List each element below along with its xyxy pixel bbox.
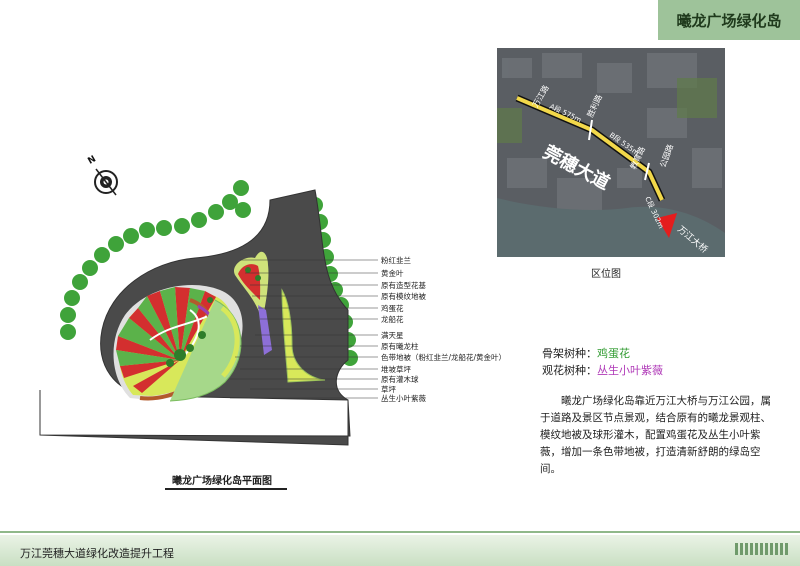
legend-xilong-zhu: 原有曦龙柱: [381, 342, 419, 351]
footer-project-name: 万江莞穗大道绿化改造提升工程: [20, 547, 174, 560]
skeleton-species-label: 骨架树种：: [542, 347, 597, 360]
footer-divider: [0, 531, 800, 533]
legend-mowen-dibei: 原有模纹地被: [381, 292, 426, 301]
page-title: 曦龙广场绿化岛: [658, 0, 800, 40]
legend-leaders: [230, 259, 378, 399]
plan-caption-underline: [165, 488, 287, 490]
legend-fenhong-jiulan: 粉红韭兰: [381, 256, 411, 265]
legend-sedai-dibei: 色带地被（粉红韭兰/龙船花/黄金叶）: [381, 353, 507, 362]
legend-huangjinye: 黄金叶: [381, 269, 404, 278]
legend-longchuanhua: 龙船花: [381, 315, 404, 324]
footer-stripes: [735, 543, 790, 555]
skeleton-species: 骨架树种：鸡蛋花: [542, 345, 630, 361]
plan-caption: 曦龙广场绿化岛平面图: [172, 476, 272, 487]
footer-bar: 万江莞穗大道绿化改造提升工程: [0, 535, 800, 566]
legend-xiaoye-ziwei: 丛生小叶紫薇: [381, 394, 426, 403]
legend-jidanhua: 鸡蛋花: [381, 304, 404, 313]
location-map: 万江路 A段 575m 胜利路 B段 535m 教育路 C段 302m 公园路 …: [497, 48, 725, 257]
flower-species: 观花树种：丛生小叶紫薇: [542, 362, 663, 378]
legend-zaoxing-huaji: 原有造型花基: [381, 281, 426, 290]
flower-species-label: 观花树种：: [542, 364, 597, 377]
legend-mantianxing: 满天星: [381, 331, 404, 340]
skeleton-species-value: 鸡蛋花: [597, 347, 630, 360]
description-text: 曦龙广场绿化岛靠近万江大桥与万江公园，属于道路及景区节点景观，结合原有的曦龙景观…: [540, 395, 771, 475]
map-caption: 区位图: [591, 269, 621, 280]
flower-species-value: 丛生小叶紫薇: [597, 364, 663, 377]
